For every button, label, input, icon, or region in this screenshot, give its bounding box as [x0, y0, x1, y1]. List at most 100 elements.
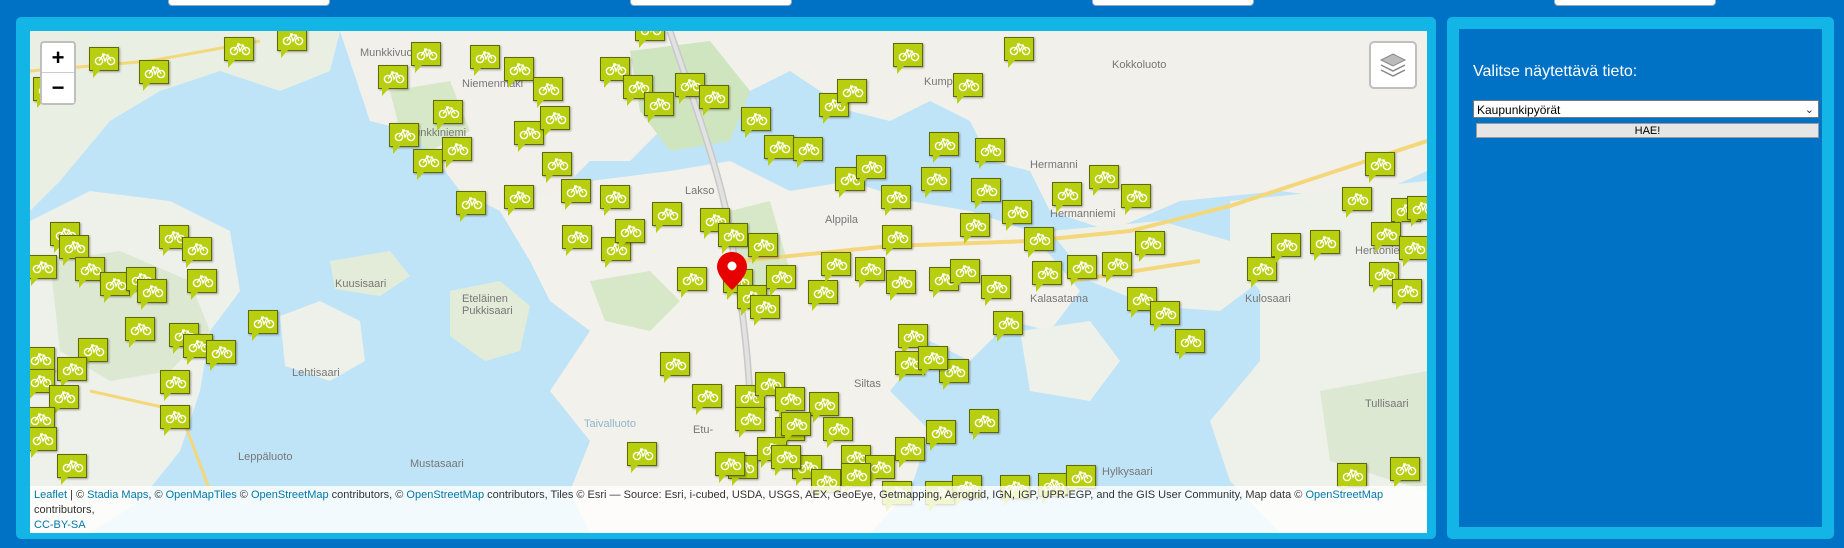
- bicycle-marker[interactable]: [1135, 231, 1165, 262]
- bicycle-marker[interactable]: [821, 252, 851, 283]
- zoom-out-button[interactable]: −: [42, 73, 74, 103]
- bicycle-marker[interactable]: [411, 42, 441, 73]
- bicycle-marker[interactable]: [1342, 187, 1372, 218]
- bicycle-marker[interactable]: [893, 43, 923, 74]
- bicycle-marker[interactable]: [793, 137, 823, 168]
- bicycle-marker[interactable]: [882, 225, 912, 256]
- bicycle-marker[interactable]: [504, 57, 534, 88]
- bicycle-marker[interactable]: [718, 223, 748, 254]
- bicycle-marker[interactable]: [652, 202, 682, 233]
- top-tab[interactable]: [1554, 0, 1716, 6]
- bicycle-marker[interactable]: [929, 132, 959, 163]
- bicycle-marker[interactable]: [1337, 463, 1367, 494]
- bicycle-marker[interactable]: [1052, 182, 1082, 213]
- layers-button[interactable]: [1369, 41, 1417, 89]
- bicycle-marker[interactable]: [442, 137, 472, 168]
- bicycle-marker[interactable]: [1121, 184, 1151, 215]
- bicycle-marker[interactable]: [1150, 301, 1180, 332]
- bicycle-marker[interactable]: [1002, 200, 1032, 231]
- bicycle-marker[interactable]: [30, 347, 55, 378]
- bicycle-marker[interactable]: [771, 445, 801, 476]
- bicycle-marker[interactable]: [715, 452, 745, 483]
- bicycle-marker[interactable]: [808, 280, 838, 311]
- bicycle-marker[interactable]: [561, 179, 591, 210]
- bicycle-marker[interactable]: [1371, 222, 1401, 253]
- bicycle-marker[interactable]: [57, 454, 87, 485]
- leaflet-link[interactable]: Leaflet: [34, 489, 67, 501]
- bicycle-marker[interactable]: [1024, 227, 1054, 258]
- bicycle-marker[interactable]: [960, 213, 990, 244]
- data-type-select[interactable]: Kaupunkipyörät ⌄: [1473, 100, 1819, 118]
- bicycle-marker[interactable]: [953, 73, 983, 104]
- bicycle-marker[interactable]: [627, 442, 657, 473]
- bicycle-marker[interactable]: [1399, 236, 1427, 267]
- bicycle-marker[interactable]: [895, 437, 925, 468]
- bicycle-marker[interactable]: [277, 31, 307, 58]
- bicycle-marker[interactable]: [30, 255, 57, 286]
- bicycle-marker[interactable]: [837, 79, 867, 110]
- bicycle-marker[interactable]: [562, 225, 592, 256]
- bicycle-marker[interactable]: [248, 310, 278, 341]
- top-tab[interactable]: [1092, 0, 1254, 6]
- bicycle-marker[interactable]: [741, 107, 771, 138]
- bicycle-marker[interactable]: [59, 235, 89, 266]
- bicycle-marker[interactable]: [898, 324, 928, 355]
- submit-button[interactable]: HAE!: [1476, 123, 1819, 138]
- cc-by-sa-link[interactable]: CC-BY-SA: [34, 519, 86, 531]
- bicycle-marker[interactable]: [139, 60, 169, 91]
- bicycle-marker[interactable]: [926, 420, 956, 451]
- bicycle-marker[interactable]: [504, 185, 534, 216]
- bicycle-marker[interactable]: [1310, 230, 1340, 261]
- location-pin-icon[interactable]: [716, 251, 748, 296]
- bicycle-marker[interactable]: [160, 370, 190, 401]
- bicycle-marker[interactable]: [918, 346, 948, 377]
- bicycle-marker[interactable]: [182, 237, 212, 268]
- bicycle-marker[interactable]: [137, 279, 167, 310]
- bicycle-marker[interactable]: [160, 405, 190, 436]
- bicycle-marker[interactable]: [600, 185, 630, 216]
- bicycle-marker[interactable]: [389, 123, 419, 154]
- bicycle-marker[interactable]: [378, 65, 408, 96]
- bicycle-marker[interactable]: [1390, 457, 1420, 488]
- bicycle-marker[interactable]: [433, 100, 463, 131]
- top-tab[interactable]: [168, 0, 330, 6]
- bicycle-marker[interactable]: [975, 138, 1005, 169]
- bicycle-marker[interactable]: [921, 167, 951, 198]
- top-tab[interactable]: [630, 0, 792, 6]
- bicycle-marker[interactable]: [1089, 165, 1119, 196]
- bicycle-marker[interactable]: [615, 219, 645, 250]
- bicycle-marker[interactable]: [644, 92, 674, 123]
- bicycle-marker[interactable]: [1067, 255, 1097, 286]
- bicycle-marker[interactable]: [881, 185, 911, 216]
- bicycle-marker[interactable]: [993, 311, 1023, 342]
- map[interactable]: Munkkivuori Niemenmäki Munkkiniemi Kuusi…: [30, 31, 1427, 533]
- bicycle-marker[interactable]: [856, 155, 886, 186]
- openstreetmap-link[interactable]: OpenStreetMap: [406, 489, 484, 501]
- bicycle-marker[interactable]: [1365, 152, 1395, 183]
- bicycle-marker[interactable]: [981, 275, 1011, 306]
- bicycle-marker[interactable]: [766, 265, 796, 296]
- bicycle-marker[interactable]: [971, 178, 1001, 209]
- bicycle-marker[interactable]: [456, 191, 486, 222]
- bicycle-marker[interactable]: [823, 417, 853, 448]
- openmaptiles-link[interactable]: OpenMapTiles: [166, 489, 237, 501]
- bicycle-marker[interactable]: [1004, 37, 1034, 68]
- bicycle-marker[interactable]: [775, 387, 805, 418]
- bicycle-marker[interactable]: [470, 45, 500, 76]
- bicycle-marker[interactable]: [125, 317, 155, 348]
- bicycle-marker[interactable]: [781, 412, 811, 443]
- bicycle-marker[interactable]: [1102, 252, 1132, 283]
- bicycle-marker[interactable]: [30, 427, 57, 458]
- bicycle-marker[interactable]: [1175, 329, 1205, 360]
- bicycle-marker[interactable]: [187, 269, 217, 300]
- bicycle-marker[interactable]: [660, 352, 690, 383]
- bicycle-marker[interactable]: [1247, 257, 1277, 288]
- bicycle-marker[interactable]: [750, 295, 780, 326]
- openstreetmap-link[interactable]: OpenStreetMap: [1305, 489, 1383, 501]
- bicycle-marker[interactable]: [635, 31, 665, 48]
- bicycle-marker[interactable]: [692, 384, 722, 415]
- bicycle-marker[interactable]: [413, 149, 443, 180]
- bicycle-marker[interactable]: [49, 385, 79, 416]
- bicycle-marker[interactable]: [841, 463, 871, 494]
- zoom-in-button[interactable]: +: [42, 43, 74, 73]
